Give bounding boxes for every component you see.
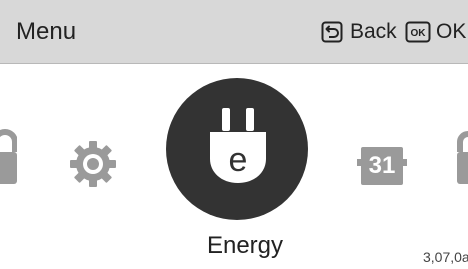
ok-icon-text: OK [411,28,427,39]
energy-plug-icon: e [210,108,266,183]
calendar-icon[interactable]: 31 [357,143,407,187]
back-button[interactable]: Back [350,20,397,44]
back-icon[interactable] [321,21,343,43]
header-bar: Menu Back OK OK [0,0,468,64]
gear-icon[interactable] [69,140,117,188]
lock-icon-right[interactable] [457,128,468,186]
energy-icon-letter: e [229,141,248,179]
selected-menu-label: Energy [206,232,284,259]
ok-button[interactable]: OK [436,20,466,44]
page-title: Menu [16,18,77,45]
calendar-number: 31 [369,152,396,179]
lock-icon-left[interactable] [0,128,17,186]
ok-icon[interactable]: OK [405,21,431,43]
version-label: 3,07,0a [423,249,468,265]
menu-screen: Menu Back OK OK e Energy 31 3,07,0a [0,0,468,269]
